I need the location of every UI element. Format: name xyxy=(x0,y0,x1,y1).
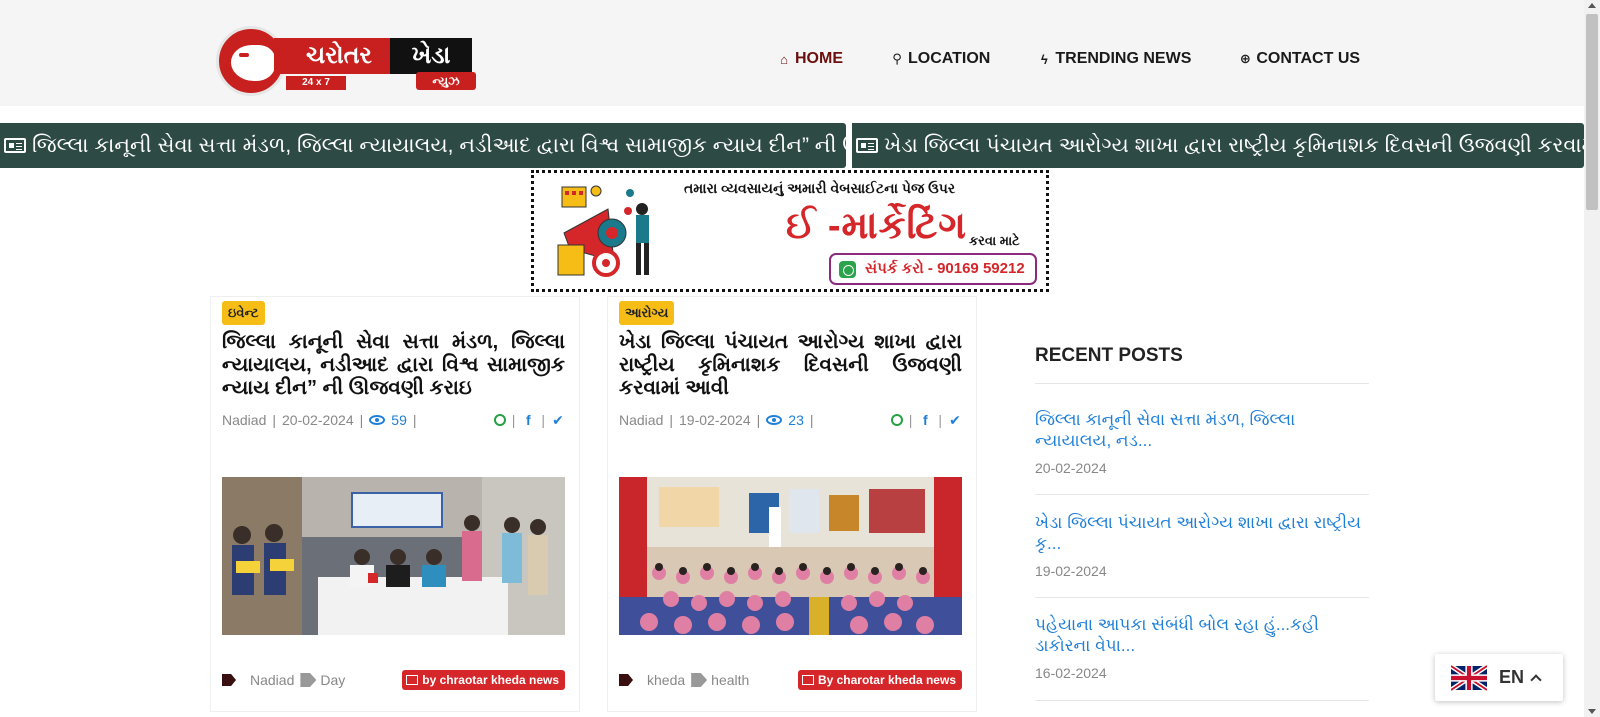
recent-posts-title: RECENT POSTS xyxy=(1035,345,1183,366)
share-buttons: | f | ✔ xyxy=(493,412,565,429)
twitter-share-icon[interactable]: ✔ xyxy=(551,412,565,429)
uk-flag-icon xyxy=(1451,664,1487,691)
chevron-up-icon xyxy=(1530,674,1542,686)
ticker-item[interactable]: જિલ્લા કાનૂની સેવા સત્તા મંડળ, જિલ્લા ન્… xyxy=(0,123,846,168)
tags-icon xyxy=(619,674,633,686)
logo-tagline: 24 x 7 xyxy=(286,76,346,90)
author-badge[interactable]: by chraotar kheda news xyxy=(402,670,565,690)
site-logo[interactable]: ચરોતર ખેડા 24 x 7 ન્યુઝ xyxy=(216,26,476,98)
ad-contact-text: સંપર્ક કરો - 90169 59212 xyxy=(865,260,1025,277)
recent-post-item: પહેયાના આપકા સંબંધી બોલ રહા હું...કહી ડા… xyxy=(1035,614,1369,681)
post-views: 23 xyxy=(788,412,804,428)
site-header: ચરોતર ખેડા 24 x 7 ન્યુઝ ⌂ HOME ⚲ LOCATIO… xyxy=(0,0,1584,106)
life-ring-icon: ⊕ xyxy=(1239,51,1251,66)
category-badge[interactable]: આરોગ્ય xyxy=(619,301,675,325)
post-image[interactable] xyxy=(619,477,962,635)
whatsapp-icon xyxy=(839,261,856,278)
ad-side-text: કરવા માટે xyxy=(969,233,1020,248)
recent-post-date: 20-02-2024 xyxy=(1035,460,1107,476)
post-image[interactable] xyxy=(222,477,565,635)
map-marker-icon: ⚲ xyxy=(892,51,902,66)
image-icon xyxy=(801,675,814,685)
eye-icon xyxy=(766,415,783,425)
newspaper-icon xyxy=(856,138,878,153)
home-icon: ⌂ xyxy=(780,51,788,67)
tag-icon xyxy=(691,673,708,687)
post-card: આરોગ્ય ખેડા જિલ્લા પંચાયત આરોગ્ય શાખા દ્… xyxy=(607,296,977,712)
post-tag[interactable]: kheda xyxy=(647,672,685,688)
recent-post-item: જિલ્લા કાનૂની સેવા સત્તા મંડળ, જિલ્લા ન્… xyxy=(1035,409,1369,476)
post-meta: Nadiad | 19-02-2024 | 23 | | f | ✔ xyxy=(619,411,962,429)
recent-post-link[interactable]: ખેડા જિલ્લા પંચાયત આરોગ્ય શાખા દ્વારા રા… xyxy=(1035,512,1369,554)
recent-post-date: 16-02-2024 xyxy=(1035,665,1107,681)
scroll-down-arrow-icon[interactable] xyxy=(1588,709,1596,714)
language-label: EN xyxy=(1499,667,1525,687)
recent-post-link[interactable]: જિલ્લા કાનૂની સેવા સત્તા મંડળ, જિલ્લા ન્… xyxy=(1035,409,1369,451)
post-card: ઇવેન્ટ જિલ્લા કાનૂની સેવા સત્તા મંડળ, જિ… xyxy=(210,296,580,712)
ad-top-text: તમારા વ્યવસાયનું અમારી વેબસાઈટના પેજ ઉપર xyxy=(684,180,956,196)
image-icon xyxy=(406,675,419,685)
post-location: Nadiad xyxy=(619,412,664,428)
facebook-share-icon[interactable]: f xyxy=(918,412,932,428)
nav-location-label: LOCATION xyxy=(908,50,991,67)
recent-post-item: ખેડા જિલ્લા પંચાયત આરોગ્ય શાખા દ્વારા રા… xyxy=(1035,512,1369,579)
post-views: 59 xyxy=(391,412,407,428)
news-ticker: જિલ્લા કાનૂની સેવા સત્તા મંડળ, જિલ્લા ન્… xyxy=(0,123,1584,168)
author-label: by chraotar kheda news xyxy=(422,673,559,687)
ad-headline: ઈ -માર્કેટિંગ xyxy=(786,205,967,247)
post-title[interactable]: ખેડા જિલ્લા પંચાયત આરોગ્ય શાખા દ્વારા રા… xyxy=(619,331,962,400)
page: ચરોતર ખેડા 24 x 7 ન્યુઝ ⌂ HOME ⚲ LOCATIO… xyxy=(0,0,1600,717)
post-meta: Nadiad | 20-02-2024 | 59 | | f | ✔ xyxy=(222,411,565,429)
megaphone-illustration-icon xyxy=(557,185,649,277)
tags-icon xyxy=(222,674,236,686)
ticker-item[interactable]: ખેડા જિલ્લા પંચાયત આરોગ્ય શાખા દ્વારા રા… xyxy=(852,123,1584,168)
scrollbar-thumb[interactable] xyxy=(1586,14,1598,210)
bolt-icon: ϟ xyxy=(1040,51,1048,67)
post-date: 19-02-2024 xyxy=(679,412,751,428)
post-title[interactable]: જિલ્લા કાનૂની સેવા સત્તા મંડળ, જિલ્લા ન્… xyxy=(222,331,565,400)
post-tag[interactable]: Day xyxy=(320,672,345,688)
divider xyxy=(1035,597,1369,598)
author-label: By charotar kheda news xyxy=(817,673,956,687)
nav-contact-label: CONTACT US xyxy=(1256,50,1361,67)
nav-home-label: HOME xyxy=(795,50,843,67)
scroll-up-arrow-icon[interactable] xyxy=(1588,3,1596,8)
divider xyxy=(1035,700,1369,701)
nav-trending-news[interactable]: ϟ TRENDING NEWS xyxy=(1038,49,1191,69)
nav-contact-us[interactable]: ⊕ CONTACT US xyxy=(1239,49,1360,69)
author-badge[interactable]: By charotar kheda news xyxy=(797,670,962,690)
share-buttons: | f | ✔ xyxy=(890,412,962,429)
nav-trending-label: TRENDING NEWS xyxy=(1055,50,1192,67)
whatsapp-share-icon[interactable] xyxy=(890,414,903,426)
logo-brand-right: ખેડા xyxy=(390,38,472,74)
post-tag[interactable]: Nadiad xyxy=(250,672,294,688)
ad-banner[interactable]: તમારા વ્યવસાયનું અમારી વેબસાઈટના પેજ ઉપર… xyxy=(531,170,1049,292)
ad-contact-box: સંપર્ક કરો - 90169 59212 xyxy=(829,253,1037,285)
category-badge[interactable]: ઇવેન્ટ xyxy=(222,301,265,325)
twitter-share-icon[interactable]: ✔ xyxy=(948,412,962,429)
post-tag[interactable]: health xyxy=(711,672,749,688)
nav-location[interactable]: ⚲ LOCATION xyxy=(891,49,990,69)
whatsapp-share-icon[interactable] xyxy=(493,414,506,426)
post-date: 20-02-2024 xyxy=(282,412,354,428)
logo-news-label: ન્યુઝ xyxy=(416,72,476,90)
post-footer: Nadiad Day by chraotar kheda news xyxy=(222,668,565,692)
main-nav: ⌂ HOME ⚲ LOCATION ϟ TRENDING NEWS ⊕ CONT… xyxy=(778,49,1408,69)
recent-post-link[interactable]: પહેયાના આપકા સંબંધી બોલ રહા હું...કહી ડા… xyxy=(1035,614,1369,656)
nav-home[interactable]: ⌂ HOME xyxy=(778,49,843,69)
post-footer: kheda health By charotar kheda news xyxy=(619,668,962,692)
recent-post-date: 19-02-2024 xyxy=(1035,563,1107,579)
newspaper-icon xyxy=(4,138,26,153)
page-scrollbar[interactable] xyxy=(1584,0,1600,717)
tag-icon xyxy=(300,673,317,687)
ticker-item-text: ખેડા જિલ્લા પંચાયત આરોગ્ય શાખા દ્વારા રા… xyxy=(884,134,1584,157)
post-location: Nadiad xyxy=(222,412,267,428)
divider xyxy=(1035,383,1369,384)
facebook-share-icon[interactable]: f xyxy=(521,412,535,428)
ticker-item-text: જિલ્લા કાનૂની સેવા સત્તા મંડળ, જિલ્લા ન્… xyxy=(32,134,846,157)
eye-icon xyxy=(369,415,386,425)
language-selector[interactable]: EN xyxy=(1435,654,1563,701)
divider xyxy=(1035,494,1369,495)
logo-brand-left: ચરોતર xyxy=(274,38,390,74)
